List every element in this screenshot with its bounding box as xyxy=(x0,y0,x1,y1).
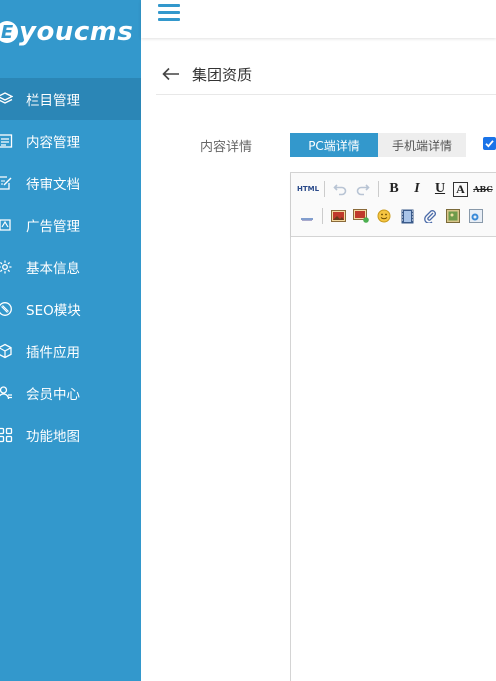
sidebar-item-label: 插件应用 xyxy=(26,345,80,361)
toolbar-divider xyxy=(378,181,379,197)
attachment-icon[interactable] xyxy=(420,206,440,226)
top-bar xyxy=(141,0,496,38)
grid-icon xyxy=(0,427,26,443)
sidebar-item-column[interactable]: 栏目管理 xyxy=(0,78,141,120)
content-detail-label: 内容详情 xyxy=(200,140,253,155)
back-arrow-icon[interactable] xyxy=(162,64,182,84)
sidebar-item-label: 基本信息 xyxy=(26,261,80,277)
toolbar-row: HTML B I U A ABC xyxy=(297,179,496,199)
user-icon xyxy=(0,385,26,401)
sidebar-item-basic-info[interactable]: 基本信息 xyxy=(0,246,141,288)
sidebar-item-feature-map[interactable]: 功能地图 xyxy=(0,414,141,456)
sidebar-nav: 栏目管理 内容管理 待审文档 广告管理 基本信息 SEO模块 插件应用 会员中心… xyxy=(0,78,141,456)
sidebar-item-label: 广告管理 xyxy=(26,219,80,235)
editor-content-area[interactable] xyxy=(291,237,496,681)
sidebar-item-ads[interactable]: 广告管理 xyxy=(0,204,141,246)
tab-mobile-detail[interactable]: 手机端详情 xyxy=(378,133,466,157)
sidebar-item-label: 内容管理 xyxy=(26,135,80,151)
image-icon[interactable] xyxy=(328,206,348,226)
detail-tabs: PC端详情 手机端详情 xyxy=(290,133,466,157)
strikethrough-icon[interactable]: ABC xyxy=(473,179,493,199)
toolbar-divider xyxy=(322,208,323,224)
toolbar-divider xyxy=(324,181,325,197)
underline-icon[interactable]: U xyxy=(430,179,450,199)
link-image-icon[interactable] xyxy=(466,206,486,226)
picture-frame-icon[interactable] xyxy=(443,206,463,226)
sidebar-item-label: 会员中心 xyxy=(26,387,80,403)
page-title: 集团资质 xyxy=(192,65,253,84)
cube-icon xyxy=(0,343,26,359)
gear-icon xyxy=(0,259,26,275)
undo-icon[interactable] xyxy=(330,179,350,199)
sidebar-item-label: 待审文档 xyxy=(26,177,80,193)
video-icon[interactable] xyxy=(397,206,417,226)
logo-text: youcms xyxy=(19,17,134,47)
edit-doc-icon xyxy=(0,175,26,191)
sidebar-item-plugins[interactable]: 插件应用 xyxy=(0,330,141,372)
ad-icon xyxy=(0,217,26,233)
horizontal-rule-icon[interactable] xyxy=(297,206,317,226)
html-icon[interactable]: HTML xyxy=(297,179,319,199)
sidebar-item-label: SEO模块 xyxy=(26,303,81,319)
sidebar-item-pending[interactable]: 待审文档 xyxy=(0,162,141,204)
font-border-icon[interactable]: A xyxy=(453,181,468,197)
page-header: 集团资质 xyxy=(156,54,496,95)
sidebar-item-content[interactable]: 内容管理 xyxy=(0,120,141,162)
bold-icon[interactable]: B xyxy=(384,179,404,199)
multi-image-icon[interactable] xyxy=(351,206,371,226)
sidebar-item-label: 功能地图 xyxy=(26,429,80,445)
sidebar-item-members[interactable]: 会员中心 xyxy=(0,372,141,414)
redo-icon[interactable] xyxy=(353,179,373,199)
sidebar: E youcms 栏目管理 内容管理 待审文档 广告管理 基本信息 SEO模块 … xyxy=(0,0,141,681)
logo-mark: E xyxy=(0,21,18,43)
seo-icon xyxy=(0,301,26,317)
emoticon-icon[interactable] xyxy=(374,206,394,226)
sidebar-item-label: 栏目管理 xyxy=(26,93,80,109)
toolbar-row xyxy=(297,206,489,226)
rich-text-editor: HTML B I U A ABC xyxy=(290,172,496,681)
sidebar-item-seo[interactable]: SEO模块 xyxy=(0,288,141,330)
menu-toggle-icon[interactable] xyxy=(158,4,180,24)
tab-pc-detail[interactable]: PC端详情 xyxy=(290,133,378,157)
editor-toolbar: HTML B I U A ABC xyxy=(291,173,496,237)
italic-icon[interactable]: I xyxy=(407,179,427,199)
sync-checkbox[interactable] xyxy=(483,137,496,150)
logo[interactable]: E youcms xyxy=(0,12,133,52)
layers-icon xyxy=(0,91,26,107)
list-icon xyxy=(0,133,26,149)
